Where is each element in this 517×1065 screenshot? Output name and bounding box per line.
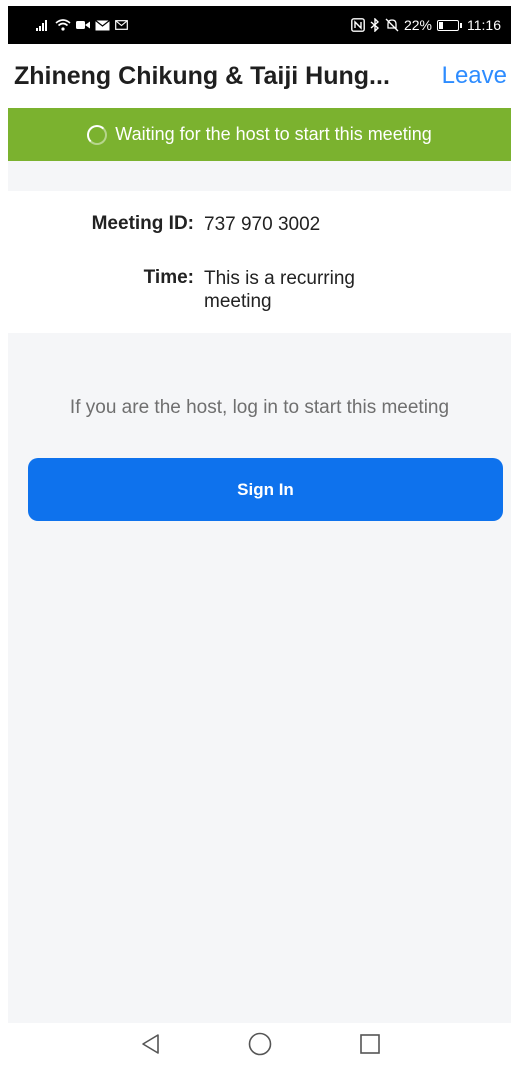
waiting-banner-text: Waiting for the host to start this meeti… xyxy=(115,124,432,144)
bluetooth-icon xyxy=(370,18,379,32)
message-icon xyxy=(115,20,128,30)
meeting-id-label: Meeting ID: xyxy=(91,213,194,234)
waiting-banner: Waiting for the host to start this meeti… xyxy=(8,108,511,161)
home-icon[interactable] xyxy=(246,1030,274,1058)
main-content: If you are the host, log in to start thi… xyxy=(8,333,511,1023)
status-bar-right: 22% 11:16 xyxy=(351,17,501,33)
mute-icon xyxy=(385,18,399,32)
status-time: 11:16 xyxy=(467,17,501,33)
battery-icon xyxy=(437,19,462,31)
meeting-time-row: Time: This is a recurring meeting xyxy=(8,267,424,313)
meeting-header: Zhineng Chikung & Taiji Hung... Leave xyxy=(8,44,511,108)
meeting-time-value: This is a recurring meeting xyxy=(204,268,355,312)
status-bar: 22% 11:16 xyxy=(8,6,511,44)
meeting-info: Meeting ID: 737 970 3002 Time: This is a… xyxy=(8,191,511,333)
leave-button[interactable]: Leave xyxy=(442,62,507,90)
wifi-icon xyxy=(55,19,71,31)
loading-spinner-icon xyxy=(87,124,108,145)
meeting-title: Zhineng Chikung & Taiji Hung... xyxy=(14,61,390,90)
meeting-id-row: Meeting ID: 737 970 3002 xyxy=(8,213,424,236)
navigation-bar xyxy=(8,1023,511,1065)
divider-strip xyxy=(8,161,511,191)
signal-icon xyxy=(36,20,47,31)
meeting-time-label: Time: xyxy=(143,267,194,288)
battery-percent: 22% xyxy=(403,17,432,33)
mail-icon xyxy=(95,19,110,30)
back-icon[interactable] xyxy=(136,1030,164,1058)
sign-in-button[interactable]: Sign In xyxy=(28,458,503,521)
video-icon xyxy=(76,21,90,29)
status-bar-left xyxy=(36,19,128,31)
nfc-icon xyxy=(351,18,365,32)
recents-icon[interactable] xyxy=(356,1030,384,1058)
host-prompt: If you are the host, log in to start thi… xyxy=(69,397,450,418)
meeting-id-value: 737 970 3002 xyxy=(204,214,321,235)
